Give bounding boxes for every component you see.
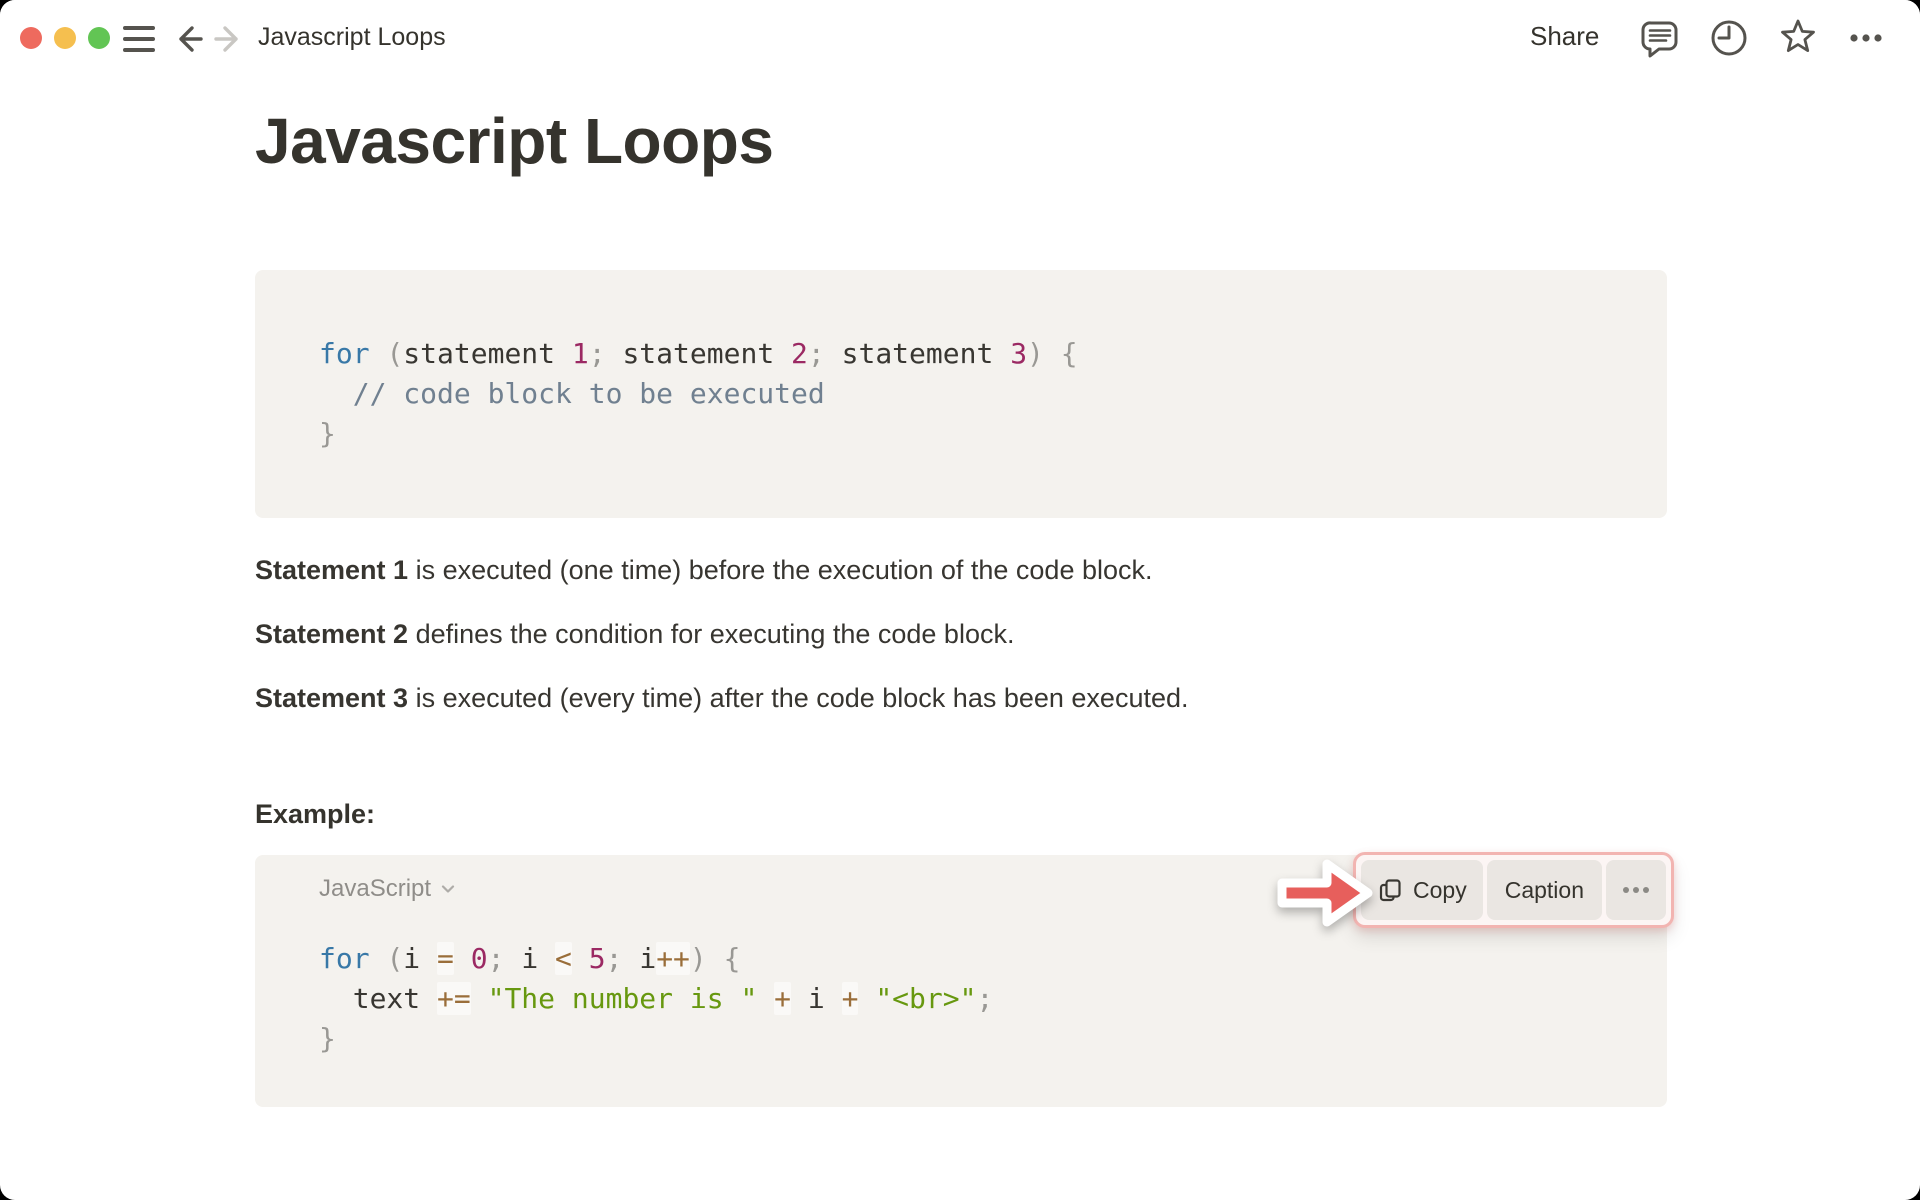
code-token: { — [1061, 337, 1078, 370]
caption-button[interactable]: Caption — [1487, 860, 1602, 920]
code-token: for — [319, 942, 370, 975]
paragraph: Statement 3 is executed (every time) aft… — [255, 678, 1667, 718]
code-token: i — [639, 942, 656, 975]
code-token — [454, 942, 471, 975]
paragraph-bold: Statement 3 — [255, 683, 408, 713]
code-token: += — [437, 982, 471, 1015]
code-token: // code block to be executed — [353, 377, 825, 410]
code-token — [572, 942, 589, 975]
code-token — [825, 337, 842, 370]
code-token: ; — [606, 942, 623, 975]
code-token: + — [842, 982, 859, 1015]
code-block-syntax[interactable]: for (statement 1; statement 2; statement… — [255, 270, 1667, 518]
code-token: 2 — [791, 337, 808, 370]
code-line: text += "The number is " + i + "<br>"; — [319, 979, 1603, 1019]
code-token: } — [319, 417, 336, 450]
annotation-arrow-icon — [1275, 853, 1375, 933]
paragraph-bold: Statement 2 — [255, 619, 408, 649]
code-token: i — [521, 942, 555, 975]
code-token: < — [555, 942, 572, 975]
code-line: } — [319, 1019, 1603, 1059]
code-line: for (statement 1; statement 2; statement… — [319, 334, 1603, 374]
more-ellipsis-icon[interactable] — [1843, 15, 1889, 61]
code-line: for (i = 0; i < 5; i++) { — [319, 939, 1603, 979]
paragraph-text: is executed (every time) after the code … — [408, 683, 1188, 713]
code-token: ; — [488, 942, 505, 975]
code-line: // code block to be executed — [319, 374, 1603, 414]
code-token — [471, 982, 488, 1015]
code-token: text — [319, 982, 437, 1015]
language-label: JavaScript — [319, 875, 431, 903]
back-arrow-icon[interactable] — [168, 19, 208, 59]
paragraph: Statement 1 is executed (one time) befor… — [255, 550, 1667, 590]
more-ellipsis-icon — [1620, 884, 1652, 896]
fullscreen-button[interactable] — [88, 27, 110, 49]
favorite-star-icon[interactable] — [1775, 15, 1821, 61]
language-selector[interactable]: JavaScript — [319, 875, 458, 903]
code-token: 0 — [471, 942, 488, 975]
code-token — [707, 942, 724, 975]
code-token: } — [319, 1022, 336, 1055]
code-token — [1044, 337, 1061, 370]
code-token: { — [724, 942, 741, 975]
code-token: 3 — [1010, 337, 1027, 370]
code-token — [319, 377, 353, 410]
code-token: i — [791, 982, 842, 1015]
forward-arrow-icon[interactable] — [209, 19, 249, 59]
code-token: ; — [808, 337, 825, 370]
code-token — [858, 982, 875, 1015]
code-token: "The number is " — [488, 982, 758, 1015]
paragraph-text: is executed (one time) before the execut… — [408, 555, 1152, 585]
code-token: ( — [386, 337, 403, 370]
code-more-button[interactable] — [1606, 860, 1666, 920]
copy-button[interactable]: Copy — [1361, 860, 1483, 920]
code-toolbar-highlight: Copy Caption — [1353, 852, 1674, 928]
code-token: = — [437, 942, 454, 975]
paragraph: Statement 2 defines the condition for ex… — [255, 614, 1667, 654]
code-token: ; — [976, 982, 993, 1015]
app-window: Javascript Loops Share Javascript Loops … — [0, 0, 1920, 1200]
copy-button-label: Copy — [1413, 877, 1467, 904]
code-token — [622, 942, 639, 975]
history-clock-icon[interactable] — [1706, 15, 1752, 61]
code-token: for — [319, 337, 370, 370]
paragraph-bold: Statement 1 — [255, 555, 408, 585]
copy-pages-icon — [1377, 877, 1404, 904]
chevron-down-icon — [438, 879, 458, 899]
code-token — [370, 942, 387, 975]
document-body: Javascript Loops for (statement 1; state… — [255, 0, 1667, 1107]
code-token: ++ — [656, 942, 690, 975]
code-token: statement — [403, 337, 572, 370]
example-label: Example: — [255, 794, 1667, 834]
code-token: 1 — [572, 337, 589, 370]
code-token — [606, 337, 623, 370]
code-token: ) — [690, 942, 707, 975]
code-line: } — [319, 414, 1603, 454]
minimize-button[interactable] — [54, 27, 76, 49]
code-token: statement — [842, 337, 1011, 370]
code-token: i — [403, 942, 437, 975]
code-block-example[interactable]: JavaScript for (i = 0; i < 5; i++) { tex… — [255, 855, 1667, 1107]
code-token — [370, 337, 387, 370]
code-token: ) — [1027, 337, 1044, 370]
code-token: + — [774, 982, 791, 1015]
code-token: "<br>" — [875, 982, 976, 1015]
code-token: ; — [589, 337, 606, 370]
code-token: statement — [622, 337, 791, 370]
code-token — [757, 982, 774, 1015]
code-token: 5 — [589, 942, 606, 975]
paragraph-text: defines the condition for executing the … — [408, 619, 1014, 649]
close-button[interactable] — [20, 27, 42, 49]
code-token: ( — [386, 942, 403, 975]
hamburger-icon[interactable] — [123, 26, 155, 52]
page-title: Javascript Loops — [255, 103, 1667, 179]
caption-button-label: Caption — [1505, 877, 1584, 904]
code-token — [504, 942, 521, 975]
